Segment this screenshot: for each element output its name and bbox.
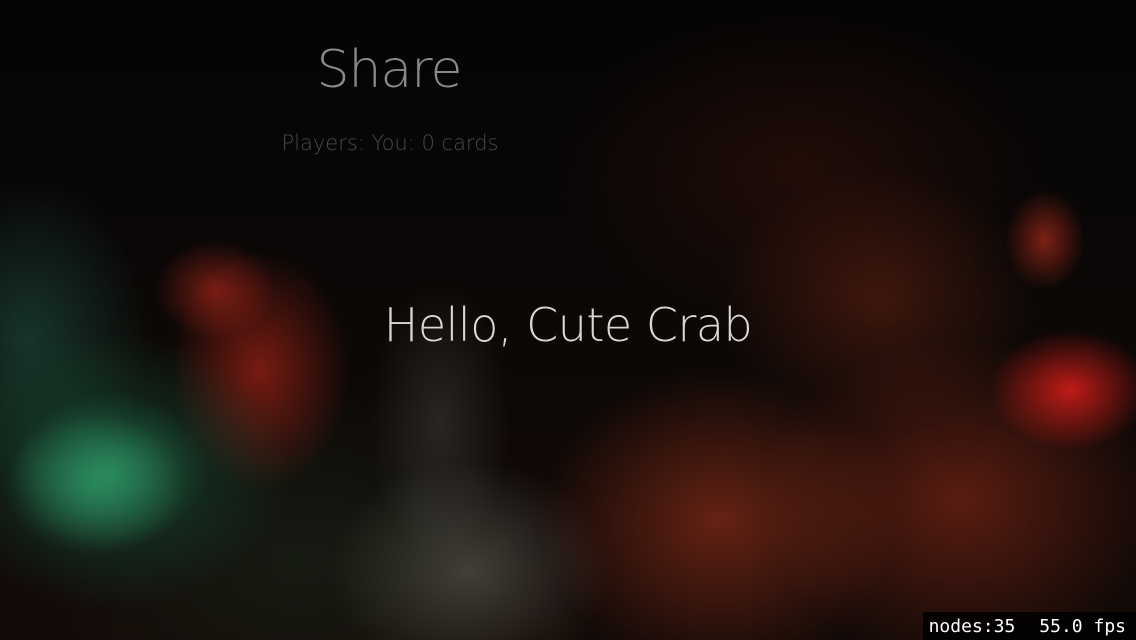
share-title[interactable]: Share: [0, 40, 778, 100]
greeting-label: Hello, Cute Crab: [383, 298, 753, 352]
node-count-label: nodes:35: [928, 615, 1016, 637]
debug-stats-overlay: nodes:35 55.0 fps: [922, 612, 1136, 640]
players-label: Players: You: 0 cards: [281, 131, 499, 155]
game-scene: Share Players: You: 0 cards Hello, Cute …: [0, 0, 1136, 640]
fps-label: 55.0 fps: [1039, 615, 1126, 637]
